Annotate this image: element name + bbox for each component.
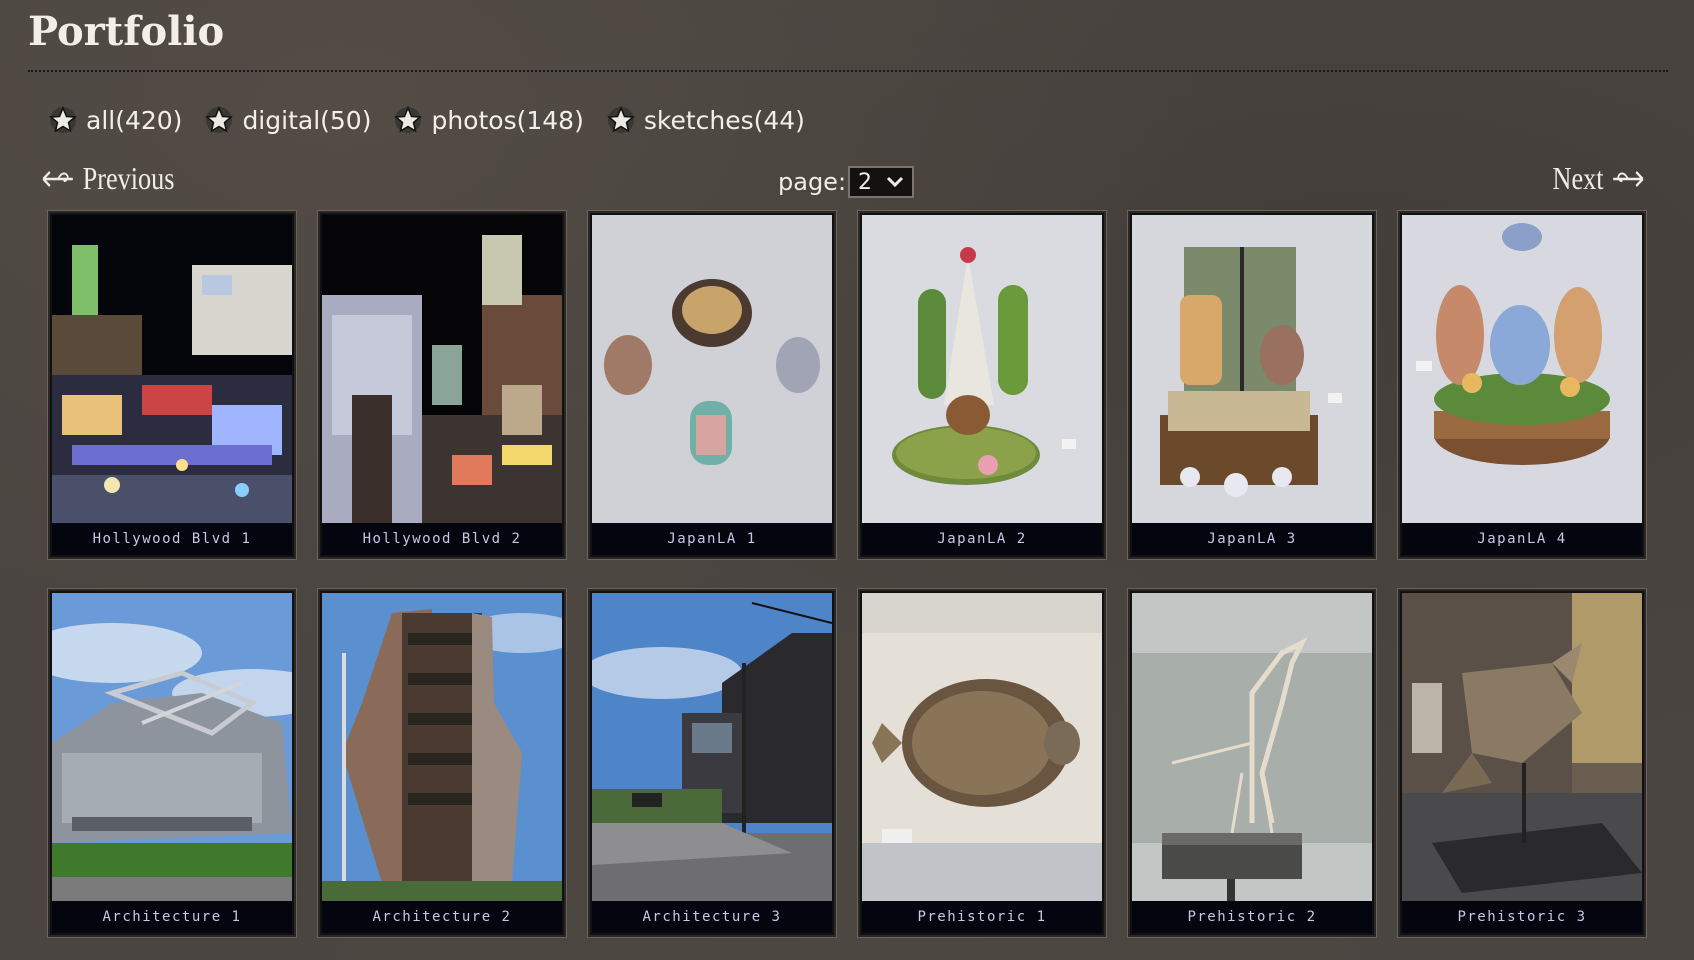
filter-label[interactable]: all(420) — [86, 106, 182, 135]
previous-label[interactable]: Previous — [83, 160, 175, 197]
filter-photos[interactable]: photos(148) — [393, 105, 584, 135]
image-caption[interactable]: Hollywood Blvd 1 — [52, 523, 292, 555]
filter-label[interactable]: digital(50) — [242, 106, 371, 135]
thumbnail-image[interactable] — [592, 593, 832, 901]
image-caption[interactable]: Prehistoric 3 — [1402, 901, 1642, 933]
image-caption[interactable]: JapanLA 2 — [862, 523, 1102, 555]
page-title: Portfolio — [28, 8, 225, 55]
gallery-grid: Hollywood Blvd 1 Hollywood Blvd 2 JapanL… — [48, 211, 1646, 937]
image-caption[interactable]: Prehistoric 1 — [862, 901, 1102, 933]
gallery-item[interactable]: Prehistoric 3 — [1398, 589, 1646, 937]
gallery-item[interactable]: JapanLA 4 — [1398, 211, 1646, 559]
gallery-item[interactable]: Architecture 2 — [318, 589, 566, 937]
thumbnail-image[interactable] — [52, 593, 292, 901]
gallery-item[interactable]: JapanLA 1 — [588, 211, 836, 559]
gallery-item[interactable]: JapanLA 3 — [1128, 211, 1376, 559]
star-icon — [49, 106, 77, 133]
gallery-item[interactable]: Prehistoric 2 — [1128, 589, 1376, 937]
previous-link[interactable]: Previous — [40, 160, 174, 197]
page-label: page: — [778, 168, 847, 196]
arrow-right-icon — [1613, 170, 1644, 187]
thumbnail-image[interactable] — [862, 593, 1102, 901]
page-value: 2 — [858, 169, 873, 195]
thumbnail-image[interactable] — [322, 593, 562, 901]
chevron-down-icon — [886, 176, 904, 188]
next-label[interactable]: Next — [1552, 160, 1603, 197]
filter-digital[interactable]: digital(50) — [204, 105, 371, 135]
gallery-item[interactable]: Prehistoric 1 — [858, 589, 1106, 937]
star-icon — [606, 106, 635, 133]
thumbnail-image[interactable] — [1402, 215, 1642, 523]
image-caption[interactable]: Prehistoric 2 — [1132, 901, 1372, 933]
filter-label[interactable]: photos(148) — [431, 106, 583, 135]
image-caption[interactable]: Architecture 3 — [592, 901, 832, 933]
thumbnail-image[interactable] — [592, 215, 832, 523]
arrow-left-icon — [42, 170, 73, 187]
thumbnail-image[interactable] — [1402, 593, 1642, 901]
filter-sketches[interactable]: sketches(44) — [606, 105, 805, 135]
filter-bar: all(420) digital(50) photos(148) sketche… — [48, 100, 805, 140]
page-select[interactable]: 2 — [848, 166, 915, 198]
gallery-item[interactable]: Hollywood Blvd 2 — [318, 211, 566, 559]
image-caption[interactable]: Architecture 1 — [52, 901, 292, 933]
image-caption[interactable]: JapanLA 1 — [592, 523, 832, 555]
image-caption[interactable]: Hollywood Blvd 2 — [322, 523, 562, 555]
image-caption[interactable]: Architecture 2 — [322, 901, 562, 933]
filter-label[interactable]: sketches(44) — [644, 106, 805, 135]
star-icon — [394, 106, 423, 133]
pagination-bar: Previous page: 2 Next — [0, 158, 1694, 202]
thumbnail-image[interactable] — [1132, 593, 1372, 901]
page-selector: page: 2 — [778, 166, 915, 198]
gallery-item[interactable]: JapanLA 2 — [858, 211, 1106, 559]
gallery-item[interactable]: Hollywood Blvd 1 — [48, 211, 296, 559]
title-divider — [28, 70, 1668, 72]
gallery-item[interactable]: Architecture 3 — [588, 589, 836, 937]
star-icon — [205, 106, 234, 133]
filter-all[interactable]: all(420) — [48, 105, 182, 135]
image-caption[interactable]: JapanLA 4 — [1402, 523, 1642, 555]
image-caption[interactable]: JapanLA 3 — [1132, 523, 1372, 555]
thumbnail-image[interactable] — [1132, 215, 1372, 523]
gallery-item[interactable]: Architecture 1 — [48, 589, 296, 937]
thumbnail-image[interactable] — [862, 215, 1102, 523]
thumbnail-image[interactable] — [52, 215, 292, 523]
next-link[interactable]: Next — [1552, 160, 1646, 197]
thumbnail-image[interactable] — [322, 215, 562, 523]
